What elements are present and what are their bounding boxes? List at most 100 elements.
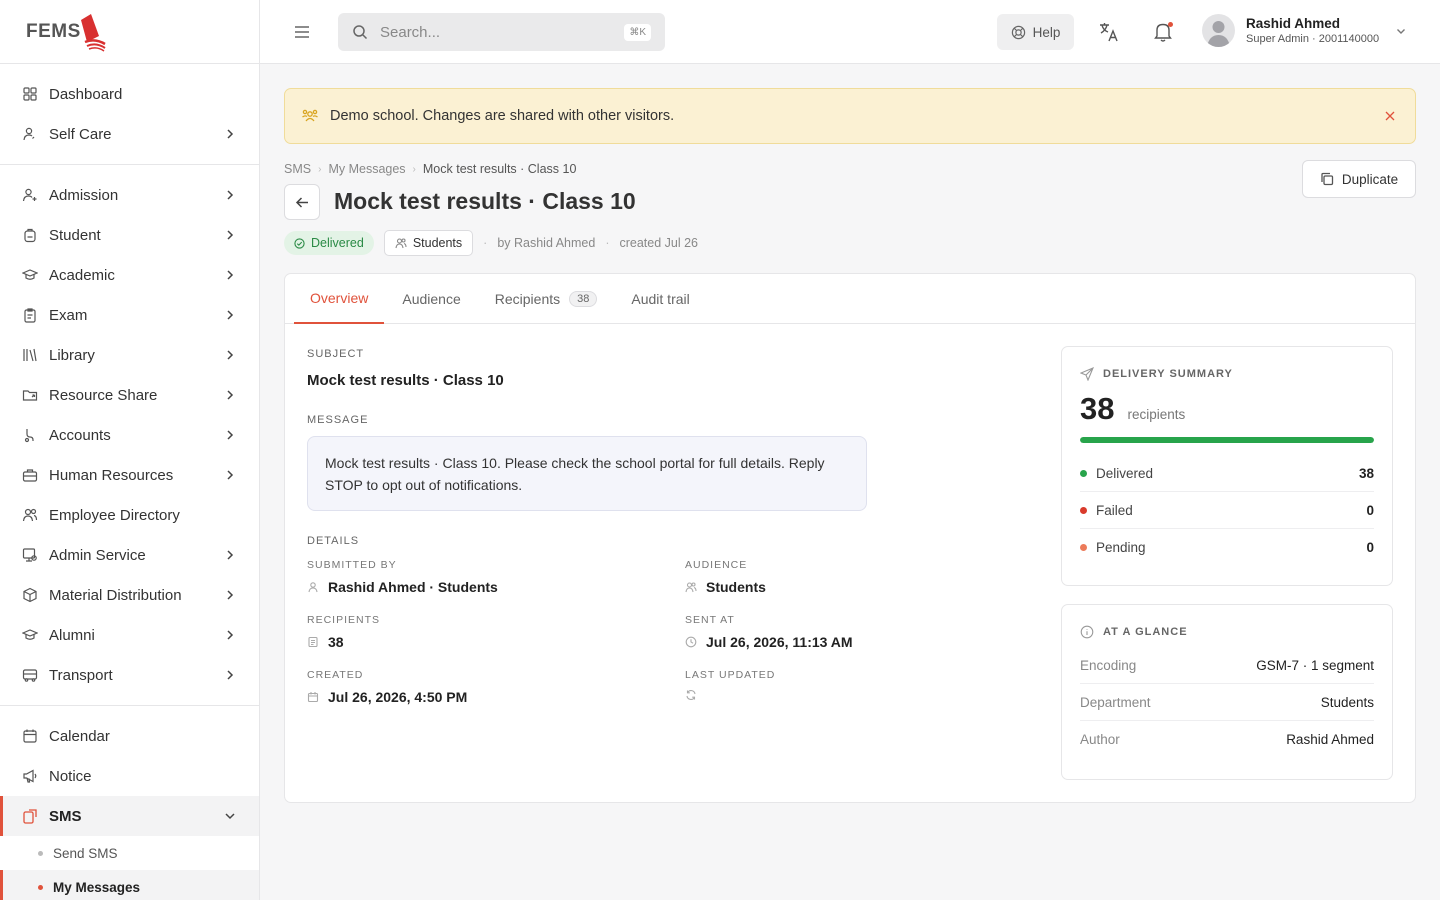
bus-icon <box>22 667 38 683</box>
chevron-right-icon <box>227 550 234 560</box>
sidebar-item-library[interactable]: Library <box>0 335 259 375</box>
folder-share-icon <box>22 387 38 403</box>
sidebar-item-dashboard[interactable]: Dashboard <box>0 74 259 114</box>
demo-banner: Demo school. Changes are shared with oth… <box>284 88 1416 144</box>
sidebar-item-label: Transport <box>49 666 113 684</box>
message-detail-card: Overview Audience Recipients 38 Audit tra… <box>284 273 1416 803</box>
sent-at-field: SENT AT Jul 26, 2026, 11:13 AM <box>685 614 853 650</box>
lifebuoy-icon <box>1011 25 1025 39</box>
glance-value: GSM-7 · 1 segment <box>1256 657 1374 673</box>
sidebar-item-alumni[interactable]: Alumni <box>0 615 259 655</box>
search-input[interactable]: Search... <box>380 24 624 41</box>
sidebar-item-student[interactable]: Student <box>0 215 259 255</box>
sidebar-item-admission[interactable]: Admission <box>0 175 259 215</box>
tab-audience[interactable]: Audience <box>386 274 476 324</box>
tab-label: Recipients <box>494 291 561 307</box>
tab-recipients[interactable]: Recipients 38 <box>479 274 614 324</box>
sidebar-subitem-send-sms[interactable]: Send SMS <box>0 836 259 870</box>
sidebar-item-human-resources[interactable]: Human Resources <box>0 455 259 495</box>
breadcrumb-separator: › <box>318 163 322 175</box>
stat-value: 0 <box>1366 502 1374 518</box>
breadcrumb-item-current: Mock test results · Class 10 <box>422 162 577 176</box>
avatar <box>1202 14 1235 47</box>
breadcrumb-item-sms[interactable]: SMS <box>284 162 311 176</box>
sidebar-item-label: Admin Service <box>49 546 146 564</box>
sidebar-item-sms[interactable]: SMS <box>0 796 259 836</box>
chevron-right-icon <box>227 430 234 440</box>
close-icon[interactable] <box>1385 111 1395 121</box>
sms-icon <box>22 808 38 824</box>
sidebar-item-accounts[interactable]: Accounts <box>0 415 259 455</box>
sidebar-item-self-care[interactable]: Self Care <box>0 114 259 154</box>
users-icon <box>685 582 697 593</box>
sidebar-item-resource-share[interactable]: Resource Share <box>0 375 259 415</box>
backpack-icon <box>22 227 38 243</box>
chevron-right-icon <box>227 190 234 200</box>
user-role: Super Admin · 2001140000 <box>1246 32 1380 45</box>
document-icon <box>308 636 318 648</box>
sidebar-item-label: Dashboard <box>49 85 123 103</box>
created-text: created Jul 26 <box>619 236 699 250</box>
delivery-stat-failed: Failed 0 <box>1080 492 1374 529</box>
graduation-cap-icon <box>22 627 38 643</box>
user-heart-icon <box>22 126 38 142</box>
delivery-progress-fill <box>1080 437 1374 443</box>
chevron-right-icon <box>227 470 234 480</box>
subject-value: Mock test results · Class 10 <box>307 372 504 389</box>
sidebar-item-employee-directory[interactable]: Employee Directory <box>0 495 259 535</box>
status-dot <box>1080 544 1087 551</box>
admin-service-icon <box>22 547 38 563</box>
nav-group-main: Dashboard Self Care <box>0 64 259 165</box>
glance-key: Encoding <box>1080 657 1137 673</box>
at-a-glance-label: AT A GLANCE <box>1103 626 1188 638</box>
field-label: AUDIENCE <box>685 559 748 571</box>
calendar-icon <box>22 728 38 744</box>
accounts-icon <box>22 427 38 443</box>
sidebar-item-material-distribution[interactable]: Material Distribution <box>0 575 259 615</box>
created-field: CREATED Jul 26, 2026, 4:50 PM <box>307 669 467 705</box>
help-button[interactable]: Help <box>997 14 1074 50</box>
back-button[interactable] <box>284 184 320 220</box>
sidebar-item-academic[interactable]: Academic <box>0 255 259 295</box>
bullet-dot <box>38 884 43 890</box>
search-bar[interactable]: Search... ⌘K <box>338 13 665 51</box>
user-menu[interactable]: Rashid Ahmed Super Admin · 2001140000 <box>1202 14 1407 47</box>
notification-bell-icon[interactable] <box>1153 21 1173 43</box>
field-label: SENT AT <box>685 614 735 626</box>
logo[interactable]: FEMS <box>0 0 259 64</box>
duplicate-button[interactable]: Duplicate <box>1302 160 1416 198</box>
sidebar: FEMS Dashboard Self Care Admission Student… <box>0 0 260 900</box>
tab-audit-trail[interactable]: Audit trail <box>615 274 705 324</box>
page-title: Mock test results · Class 10 <box>334 188 636 214</box>
chevron-right-icon <box>227 129 234 139</box>
glance-row-encoding: Encoding GSM-7 · 1 segment <box>1080 647 1374 684</box>
sidebar-subitem-label: Send SMS <box>53 845 118 861</box>
chevron-right-icon <box>227 230 234 240</box>
search-shortcut-hint: ⌘K <box>624 23 651 41</box>
sidebar-item-label: SMS <box>49 807 82 825</box>
sidebar-item-notice[interactable]: Notice <box>0 756 259 796</box>
tab-label: Audit trail <box>631 291 690 307</box>
status-dot <box>1080 506 1087 514</box>
hamburger-menu-icon[interactable] <box>292 22 312 42</box>
info-icon <box>1080 625 1094 639</box>
sidebar-item-label: Calendar <box>49 727 110 745</box>
calendar-icon <box>307 692 319 703</box>
sidebar-item-transport[interactable]: Transport <box>0 655 259 695</box>
details-label: DETAILS <box>307 535 360 547</box>
translate-icon[interactable] <box>1098 21 1120 43</box>
users-icon <box>22 507 38 523</box>
sidebar-subitem-my-messages[interactable]: My Messages <box>0 870 259 900</box>
briefcase-icon <box>22 467 38 483</box>
sidebar-item-admin-service[interactable]: Admin Service <box>0 535 259 575</box>
tab-overview[interactable]: Overview <box>294 274 385 324</box>
status-dot <box>1080 469 1087 477</box>
topbar: Search... ⌘K Help Rashid Ahmed Super Adm… <box>260 0 1440 64</box>
breadcrumb-item-my-messages[interactable]: My Messages <box>328 162 405 176</box>
sidebar-item-exam[interactable]: Exam <box>0 295 259 335</box>
logo-book-icon <box>80 13 106 52</box>
glance-row-author: Author Rashid Ahmed <box>1080 721 1374 758</box>
submitted-by-field: SUBMITTED BY Rashid Ahmed · Students <box>307 559 498 595</box>
sidebar-item-label: Self Care <box>49 125 112 143</box>
sidebar-item-calendar[interactable]: Calendar <box>0 716 259 756</box>
